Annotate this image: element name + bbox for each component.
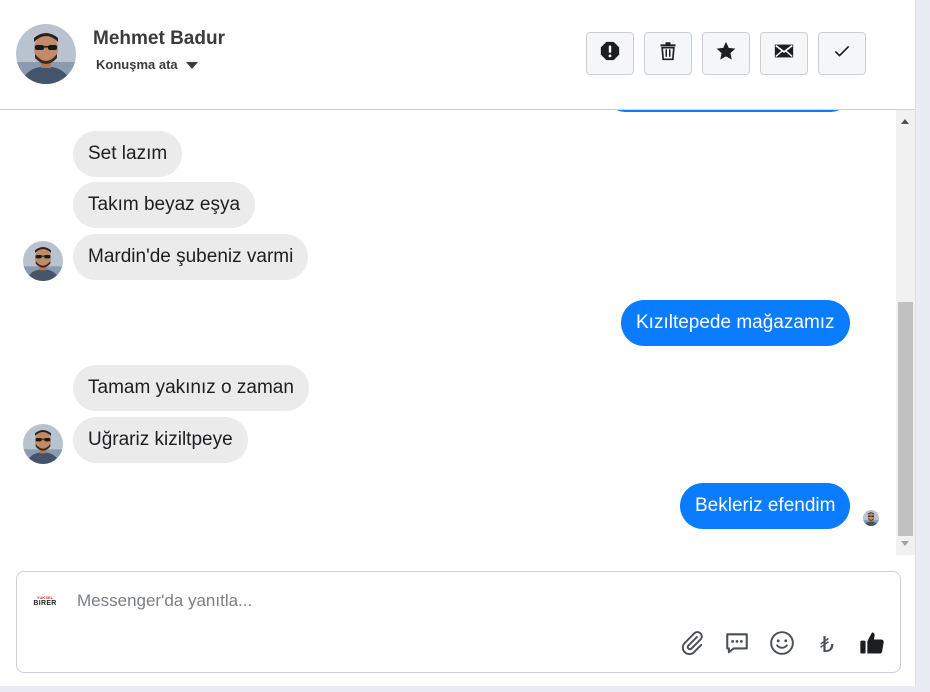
- alert-octagon-icon: [599, 40, 621, 67]
- assign-conversation-label: Konuşma ata: [96, 57, 178, 72]
- lira-icon: ₺: [820, 632, 834, 657]
- contact-name[interactable]: Mehmet Badur: [93, 28, 225, 50]
- window-bottom-edge: [0, 686, 930, 692]
- envelope-icon: [773, 40, 795, 67]
- contact-avatar[interactable]: [16, 24, 76, 84]
- clipped-outgoing-bubble: [607, 110, 849, 112]
- conversation-panel: Mehmet Badur Konuşma ata Set lazım Takım…: [0, 0, 916, 692]
- message-scrollbar[interactable]: [896, 110, 915, 555]
- assign-conversation-dropdown[interactable]: Konuşma ata: [96, 57, 198, 72]
- conversation-header: Mehmet Badur Konuşma ata: [0, 0, 915, 110]
- payment-request-button[interactable]: ₺: [814, 632, 840, 658]
- checkmark-icon: [832, 41, 852, 66]
- incoming-message[interactable]: Set lazım: [73, 131, 183, 177]
- mark-spam-button[interactable]: [586, 32, 634, 75]
- star-button[interactable]: [702, 32, 750, 75]
- incoming-message[interactable]: Mardin'de şubeniz varmi: [73, 234, 309, 280]
- scroll-up-arrow-icon[interactable]: [901, 119, 909, 124]
- reply-input[interactable]: [77, 588, 857, 614]
- incoming-message[interactable]: Takım beyaz eşya: [73, 182, 256, 228]
- mark-unread-button[interactable]: [760, 32, 808, 75]
- paperclip-icon: [679, 630, 705, 661]
- outgoing-message[interactable]: Bekleriz efendim: [680, 483, 851, 529]
- caret-down-icon: [185, 62, 198, 69]
- chat-bubble-icon: [724, 630, 750, 661]
- delete-button[interactable]: [644, 32, 692, 75]
- sender-avatar: [23, 424, 63, 464]
- scroll-down-arrow-icon[interactable]: [901, 541, 909, 546]
- incoming-message[interactable]: Tamam yakınız o zaman: [73, 365, 309, 411]
- smiley-icon: [769, 630, 795, 661]
- page-logo: YUKSEL BIRER: [31, 592, 59, 610]
- mark-done-button[interactable]: [818, 32, 866, 75]
- send-like-button[interactable]: [859, 632, 885, 658]
- composer-toolbar: ₺: [679, 630, 885, 661]
- outgoing-message[interactable]: Kızıltepede mağazamız: [621, 300, 850, 346]
- saved-replies-button[interactable]: [724, 632, 750, 658]
- seen-receipt-avatar: [863, 510, 879, 526]
- thumbs-up-icon: [858, 629, 886, 662]
- attach-file-button[interactable]: [679, 630, 705, 661]
- sender-avatar: [23, 241, 63, 281]
- reply-composer: YUKSEL BIRER ₺: [16, 571, 901, 673]
- page-logo-text: BIRER: [33, 599, 57, 607]
- incoming-message[interactable]: Uğrariz kiziltpeye: [73, 417, 248, 463]
- star-icon: [715, 40, 737, 67]
- scrollbar-thumb[interactable]: [898, 302, 913, 536]
- trash-icon: [658, 41, 678, 66]
- emoji-button[interactable]: [769, 630, 795, 661]
- conversation-actions: [586, 32, 866, 75]
- message-list: Set lazım Takım beyaz eşya Mardin'de şub…: [0, 110, 896, 555]
